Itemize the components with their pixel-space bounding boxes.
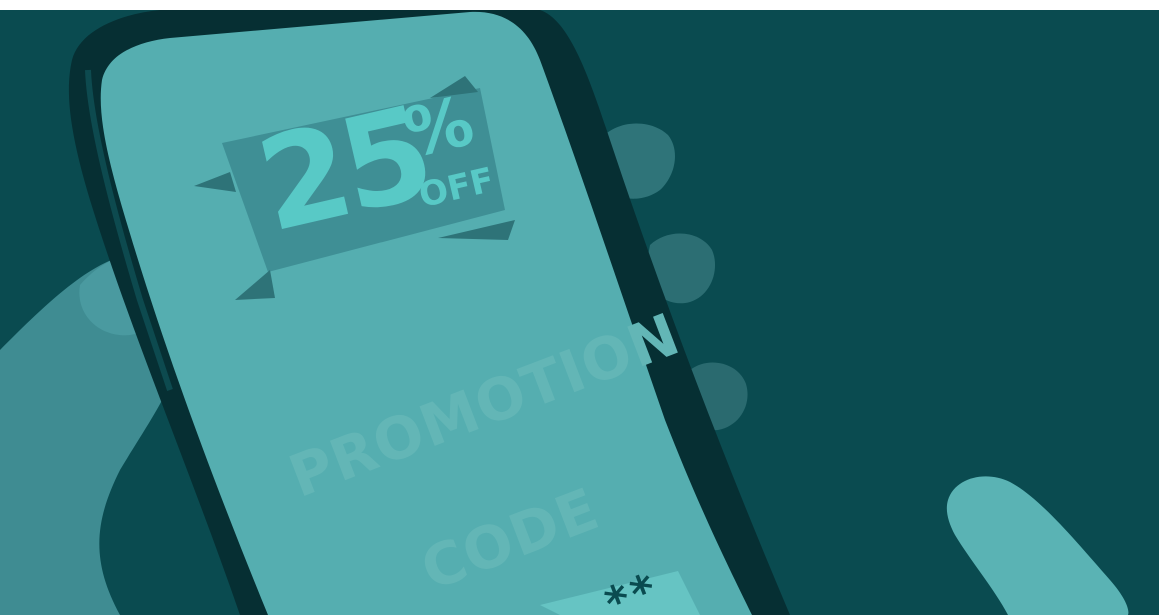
screen-text-layer: 25 % OFF PROMOTION CODE ** [0,0,1159,615]
promotion-photo: 25 % OFF PROMOTION CODE ** [0,0,1159,615]
top-border [0,0,1159,10]
promotion-label: PROMOTION [280,299,689,511]
code-mask: ** [598,562,668,615]
code-label: CODE [412,474,609,604]
percent-sign: % [396,81,481,175]
